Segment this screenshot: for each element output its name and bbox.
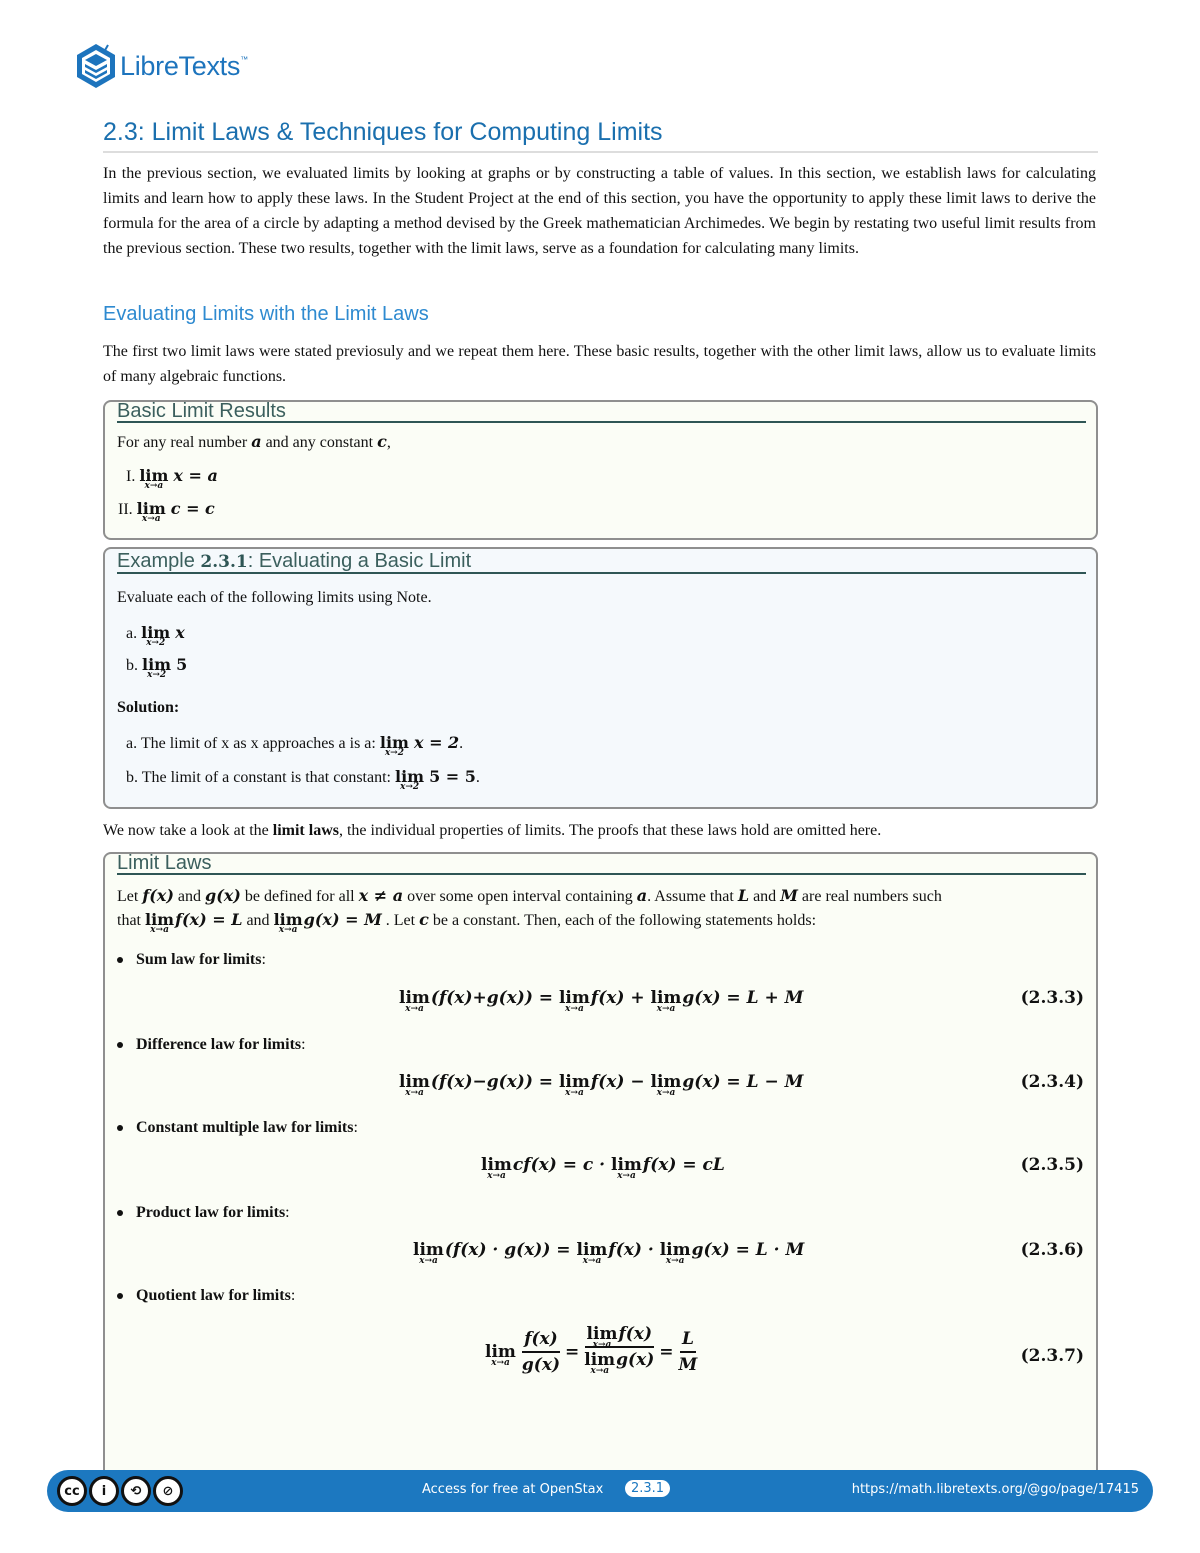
box-title: Limit Laws <box>117 853 1086 875</box>
fraction: lim x→a f(x) lim x→a g(x) <box>584 1324 655 1376</box>
math-expression: c = c <box>170 499 215 518</box>
example-prompt: Evaluate each of the following limits us… <box>117 589 432 606</box>
basic-limit-results-box: Basic Limit Results For any real number … <box>103 400 1098 540</box>
page-url-link[interactable]: https://math.libretexts.org/@go/page/174… <box>852 1482 1139 1497</box>
lim-operator: lim x→2 <box>141 623 171 648</box>
lim-operator: lim x→a <box>273 910 303 935</box>
laws-intro-line-1: Let f(x) and g(x) be defined for all x ≠… <box>117 886 942 905</box>
example-item-b: b. lim x→2 5 <box>126 655 188 680</box>
example-box: Example 2.3.1: Evaluating a Basic Limit … <box>103 547 1098 809</box>
limit-laws-term: limit laws <box>272 822 339 839</box>
sum-law-equation: lim x→a (f(x)+g(x)) = lim x→a f(x) + lim x→a g… <box>399 988 804 1014</box>
lim-operator: lim x→2 <box>379 733 409 758</box>
math-var-a: a <box>251 432 262 451</box>
equation-number: (2.3.6) <box>1020 1240 1084 1260</box>
solution-b: b. The limit of a constant is that const… <box>126 767 480 792</box>
sa-icon[interactable]: ⟲ <box>121 1476 151 1506</box>
by-icon[interactable]: i <box>89 1476 119 1506</box>
equation-number: (2.3.4) <box>1020 1072 1084 1092</box>
license-badges[interactable]: cc i ⟲ ⊘ <box>57 1476 183 1506</box>
math-var-c: c <box>377 432 387 451</box>
lim-operator: lim x→a <box>139 466 169 491</box>
lim-operator: lim x→a <box>136 499 166 524</box>
box-title: Basic Limit Results <box>117 401 1086 423</box>
note-item-1: I. lim x→a x = a <box>126 466 218 491</box>
page-number-badge: 2.3.1 <box>625 1480 671 1497</box>
sum-law-label: Sum law for limits: <box>117 951 266 969</box>
math-expression: x = a <box>173 466 218 485</box>
laws-intro-line-2: that lim x→a f(x) = L and lim x→a g(x) = M .… <box>117 910 817 935</box>
bullet-icon <box>117 1210 123 1217</box>
fraction: LM <box>678 1329 698 1375</box>
lim-operator: lim x→2 <box>395 767 425 792</box>
example-number: 2.3.1 <box>200 552 248 572</box>
example-item-a: a. lim x→2 x <box>126 623 185 648</box>
fraction: f(x) g(x) <box>521 1329 561 1375</box>
difference-law-equation: lim x→a (f(x)−g(x)) = lim x→a f(x) − lim x→a g… <box>399 1072 804 1098</box>
equation-number: (2.3.7) <box>1020 1346 1084 1366</box>
bullet-icon <box>117 1125 123 1132</box>
footer-bar: cc i ⟲ ⊘ Access for free at OpenStax 2.3… <box>47 1470 1153 1512</box>
brand-trademark: ™ <box>240 55 249 64</box>
product-law-equation: lim x→a (f(x) · g(x)) = lim x→a f(x) · lim x→… <box>413 1240 805 1266</box>
bullet-icon <box>117 1042 123 1049</box>
quotient-law-label: Quotient law for limits: <box>117 1287 295 1305</box>
note-lead: For any real number a and any constant c… <box>117 432 391 451</box>
cc-icon[interactable]: cc <box>57 1476 87 1506</box>
note-item-2: II. lim x→a c = c <box>118 499 215 524</box>
difference-law-label: Difference law for limits: <box>117 1036 306 1054</box>
transition-paragraph: We now take a look at the limit laws, th… <box>103 822 882 839</box>
libretexts-logo-icon <box>77 44 115 88</box>
solution-label: Solution: <box>117 699 180 716</box>
quotient-law-equation: lim x→a f(x) g(x) = lim x→a f(x) lim x→a g(x) … <box>485 1324 702 1380</box>
list-marker: II. <box>118 501 133 518</box>
limit-laws-box: Limit Laws Let f(x) and g(x) be defined … <box>103 852 1098 1474</box>
constant-multiple-law-label: Constant multiple law for limits: <box>117 1119 358 1137</box>
brand-name: LibreTexts <box>120 50 241 81</box>
product-law-label: Product law for limits: <box>117 1204 290 1222</box>
equation-number: (2.3.5) <box>1020 1155 1084 1175</box>
equation-number: (2.3.3) <box>1020 988 1084 1008</box>
list-marker: I. <box>126 468 136 485</box>
openstax-link[interactable]: Access for free at OpenStax <box>422 1482 603 1497</box>
libretexts-logo[interactable]: LibreTexts ™ <box>74 41 248 91</box>
bullet-icon <box>117 957 123 964</box>
section-paragraph: The first two limit laws were stated pre… <box>103 343 1096 385</box>
bullet-icon <box>117 1293 123 1300</box>
intro-paragraph: In the previous section, we evaluated li… <box>103 165 1096 257</box>
lim-operator: lim x→2 <box>142 655 172 680</box>
page-title: 2.3: Limit Laws & Techniques for Computi… <box>103 118 1098 153</box>
solution-a: a. The limit of x as x approaches a is a… <box>126 733 464 758</box>
nc-icon[interactable]: ⊘ <box>153 1476 183 1506</box>
constant-multiple-law-equation: lim x→a cf(x) = c · lim x→a f(x) = cL <box>481 1155 725 1181</box>
section-heading: Evaluating Limits with the Limit Laws <box>103 303 429 325</box>
box-title: Example 2.3.1: Evaluating a Basic Limit <box>117 549 1086 574</box>
lim-operator: lim x→a <box>145 910 175 935</box>
